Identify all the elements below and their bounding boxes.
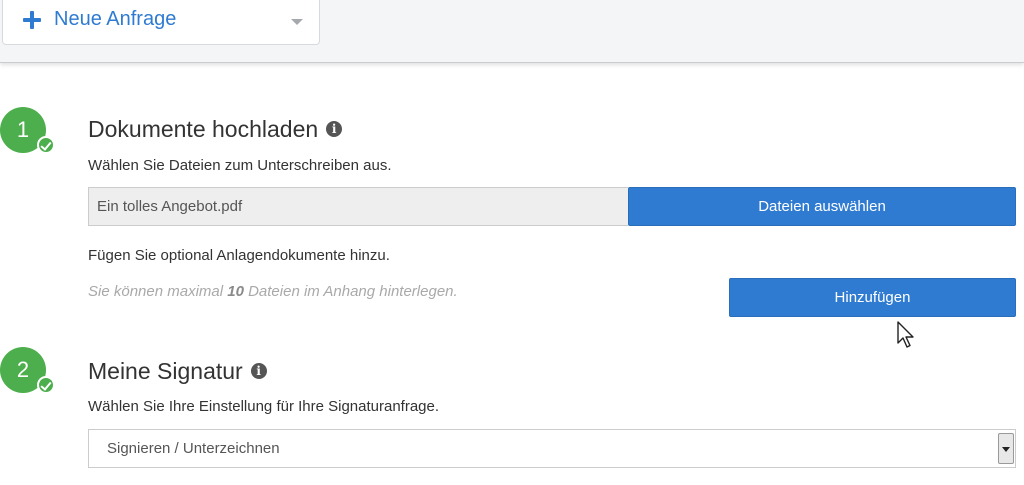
section-title-signature: Meine Signatur i (88, 358, 267, 385)
hint-prefix: Sie können maximal (88, 283, 228, 300)
signature-type-select[interactable]: Signieren / Unterzeichnen (88, 429, 1016, 468)
section-title-upload-text: Dokumente hochladen (88, 116, 319, 142)
attachments-hint: Sie können maximal 10 Dateien im Anhang … (88, 283, 458, 300)
chevron-down-icon[interactable] (291, 19, 303, 25)
new-request-dropdown[interactable]: Neue Anfrage (2, 0, 320, 45)
chevron-down-icon[interactable] (998, 433, 1014, 464)
info-icon[interactable]: i (250, 362, 267, 379)
upload-subtitle: Wählen Sie Dateien zum Unterschreiben au… (88, 157, 392, 174)
mouse-cursor-icon (897, 321, 914, 348)
choose-files-button[interactable]: Dateien auswählen (628, 187, 1016, 226)
attachments-text: Fügen Sie optional Anlagendokumente hinz… (88, 247, 390, 264)
hint-suffix: Dateien im Anhang hinterlegen. (243, 283, 458, 300)
plus-icon (23, 11, 41, 29)
step-1-check-icon (37, 136, 55, 154)
signature-subtitle: Wählen Sie Ihre Einstellung für Ihre Sig… (88, 398, 440, 415)
section-title-signature-text: Meine Signatur (88, 358, 243, 384)
selected-file-field: Ein tolles Angebot.pdf (88, 187, 628, 226)
signature-type-value: Signieren / Unterzeichnen (107, 440, 280, 457)
step-2-check-icon (37, 376, 55, 394)
section-title-upload: Dokumente hochladen i (88, 116, 343, 143)
top-bar: Neue Anfrage (0, 0, 1024, 63)
hint-count: 10 (227, 283, 244, 300)
new-request-label: Neue Anfrage (54, 8, 177, 30)
info-icon[interactable]: i (326, 120, 343, 137)
add-attachment-button[interactable]: Hinzufügen (729, 278, 1016, 317)
